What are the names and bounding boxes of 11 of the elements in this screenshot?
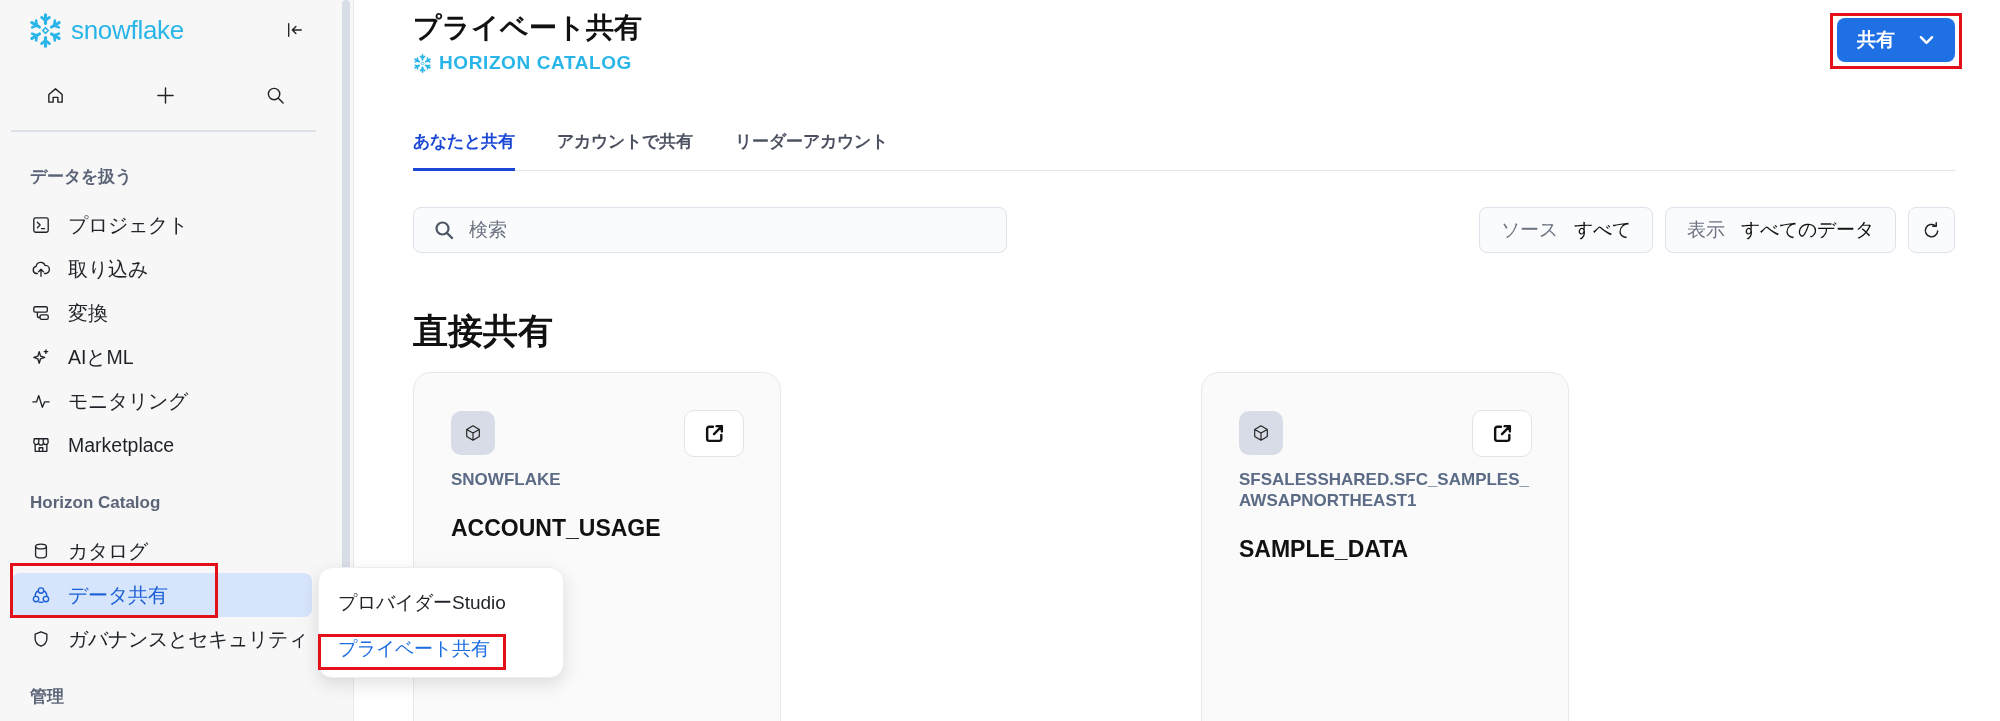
section-heading: 直接共有	[413, 310, 554, 352]
section-title: Horizon Catalog	[29, 492, 162, 514]
provider-name: SFSALESSHARED.SFC_SAMPLES_AWSAPNORTHEAST1	[1239, 469, 1530, 511]
section-title: 管理	[29, 686, 65, 708]
page-title: プライベート共有	[413, 11, 642, 45]
catalog-label: HORIZON CATALOG	[439, 52, 632, 74]
provider-name: SNOWFLAKE	[451, 469, 562, 490]
section-title: データを扱う	[29, 166, 133, 188]
share-name: SAMPLE_DATA	[1239, 535, 1410, 563]
logo-wordmark: snowflake	[71, 15, 184, 45]
share-name: ACCOUNT_USAGE	[451, 514, 662, 542]
